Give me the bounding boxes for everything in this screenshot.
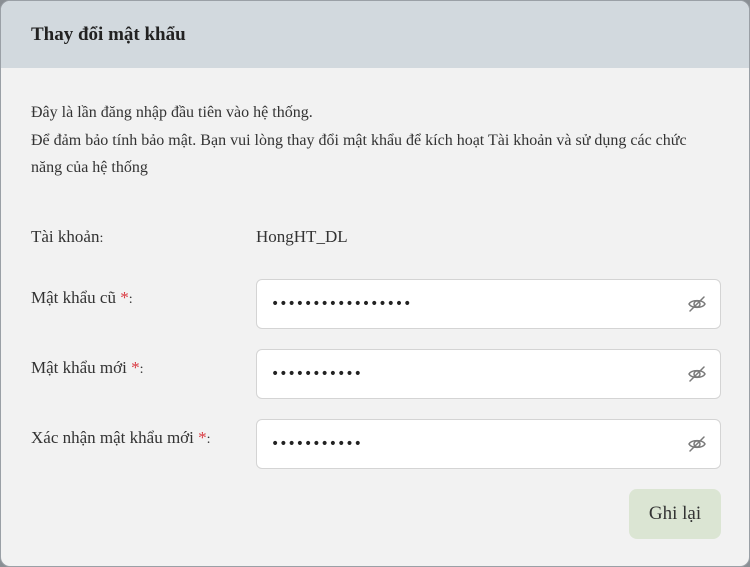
eye-off-icon[interactable] <box>687 434 707 454</box>
intro-text: Đây là lần đăng nhập đầu tiên vào hệ thố… <box>31 99 721 182</box>
required-mark: * <box>198 428 207 447</box>
save-button[interactable]: Ghi lại <box>629 489 721 539</box>
required-mark: * <box>131 358 140 377</box>
intro-line-2: Để đảm bảo tính bảo mật. Bạn vui lòng th… <box>31 131 687 177</box>
eye-off-icon[interactable] <box>687 364 707 384</box>
eye-off-icon[interactable] <box>687 294 707 314</box>
old-password-label: Mật khẩu cũ *: <box>31 288 133 307</box>
confirm-password-row: Xác nhận mật khẩu mới *: <box>31 419 721 469</box>
confirm-password-label: Xác nhận mật khẩu mới *: <box>31 428 211 447</box>
new-password-label: Mật khẩu mới *: <box>31 358 144 377</box>
new-password-input[interactable] <box>271 350 671 398</box>
new-password-field[interactable] <box>256 349 721 399</box>
account-label: Tài khoản: <box>31 227 104 246</box>
account-value: HongHT_DL <box>256 227 348 246</box>
confirm-password-input[interactable] <box>271 420 671 468</box>
old-password-row: Mật khẩu cũ *: <box>31 279 721 329</box>
dialog-title: Thay đổi mật khẩu <box>31 23 186 45</box>
dialog-header: Thay đổi mật khẩu <box>1 1 749 68</box>
change-password-dialog: Thay đổi mật khẩu Đây là lần đăng nhập đ… <box>0 0 750 567</box>
old-password-input[interactable] <box>271 280 671 328</box>
account-row: Tài khoản: HongHT_DL <box>31 227 721 277</box>
old-password-field[interactable] <box>256 279 721 329</box>
new-password-row: Mật khẩu mới *: <box>31 349 721 399</box>
confirm-password-field[interactable] <box>256 419 721 469</box>
intro-line-1: Đây là lần đăng nhập đầu tiên vào hệ thố… <box>31 104 313 121</box>
required-mark: * <box>120 288 129 307</box>
